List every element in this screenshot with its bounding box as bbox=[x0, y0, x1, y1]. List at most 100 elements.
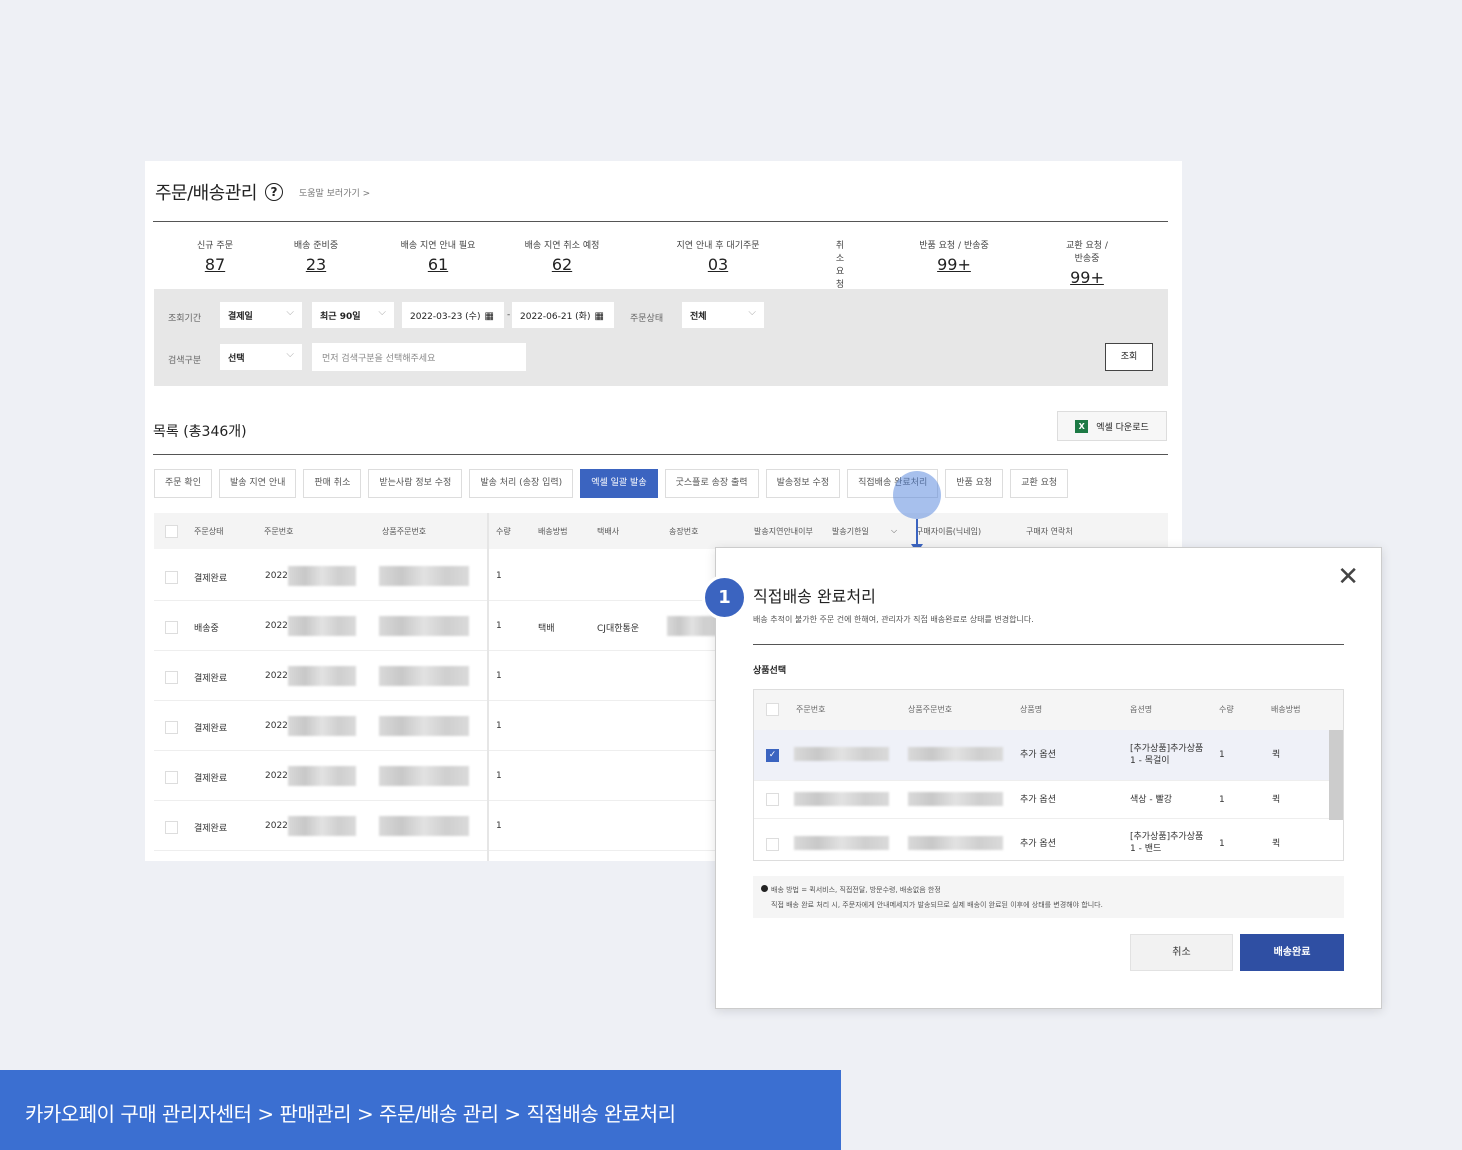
excel-download-button[interactable]: X 엑셀 다운로드 bbox=[1057, 411, 1167, 441]
stat-value[interactable]: 03 bbox=[603, 255, 833, 274]
stat-cancel-request[interactable]: 취소 요청 04 bbox=[833, 231, 853, 313]
column-header[interactable]: 수량 bbox=[496, 526, 511, 537]
quantity: 1 bbox=[496, 821, 502, 831]
order-status: 결제완료 bbox=[194, 674, 228, 684]
select-all-checkbox[interactable] bbox=[766, 703, 779, 716]
order-number[interactable]: 2022 bbox=[265, 821, 288, 831]
blurred-order-number bbox=[288, 616, 356, 636]
check-icon[interactable]: ✓ bbox=[766, 749, 779, 762]
row-checkbox[interactable] bbox=[165, 571, 178, 584]
row-checkbox[interactable] bbox=[766, 838, 779, 851]
row-checkbox[interactable] bbox=[165, 771, 178, 784]
delivery-method: 택배 bbox=[538, 624, 555, 634]
notice-box: 배송 방법 = 퀵서비스, 직접전달, 방문수령, 배송없음 한정 직접 배송 … bbox=[753, 876, 1344, 918]
range-select[interactable]: 최근 90일 ⌵ bbox=[312, 302, 394, 328]
column-header[interactable]: 구매자 연락처 bbox=[1026, 526, 1073, 537]
calendar-icon[interactable]: ▦ bbox=[594, 311, 603, 322]
tab-ship-process[interactable]: 발송 처리 (송장 입력) bbox=[469, 469, 574, 498]
stat-value[interactable]: 99+ bbox=[847, 255, 1061, 274]
tab-goodsflow-print[interactable]: 굿스플로 송장 출력 bbox=[664, 469, 759, 498]
stat-delay-cancel[interactable]: 배송 지연 취소 예정 62 bbox=[521, 231, 603, 289]
status-select[interactable]: 전체 ⌵ bbox=[682, 302, 764, 328]
chevron-down-icon: ⌵ bbox=[286, 349, 294, 360]
scrollbar[interactable] bbox=[1329, 730, 1343, 820]
start-date-input[interactable]: 2022-03-23 (수) ▦ bbox=[402, 302, 504, 328]
search-button[interactable]: 조회 bbox=[1105, 343, 1153, 371]
date-type-select[interactable]: 결제일 ⌵ bbox=[220, 302, 302, 328]
search-type-select[interactable]: 선택 ⌵ bbox=[220, 344, 302, 370]
tab-exchange-request[interactable]: 교환 요청 bbox=[1010, 469, 1069, 498]
tab-ship-info-edit[interactable]: 발송정보 수정 bbox=[765, 469, 841, 498]
column-header[interactable]: 주문상태 bbox=[194, 526, 223, 537]
row-checkbox[interactable] bbox=[766, 793, 779, 806]
stat-new-orders[interactable]: 신규 주문 87 bbox=[153, 231, 277, 289]
calendar-icon[interactable]: ▦ bbox=[484, 311, 493, 322]
blurred-order-number bbox=[288, 716, 356, 736]
product-row[interactable]: 추가 옵션 [추가상품]추가상품1 - 밴드 1 퀵 bbox=[754, 819, 1329, 860]
column-header[interactable]: 배송방법 bbox=[538, 526, 567, 537]
quantity: 1 bbox=[496, 721, 502, 731]
stat-label: 배송 지연 안내 필요 bbox=[400, 241, 476, 251]
product-row[interactable]: ✓ 추가 옵션 [추가상품]추가상품1 - 목걸이 1 퀵 bbox=[754, 730, 1329, 781]
select-all-checkbox[interactable] bbox=[165, 525, 178, 538]
column-header[interactable]: 주문번호 bbox=[264, 526, 293, 537]
column-header[interactable]: 택배사 bbox=[597, 526, 619, 537]
blurred-product-order-number bbox=[379, 716, 469, 736]
product-select-table: 주문번호 상품주문번호 상품명 옵션명 수량 배송방법 ✓ 추가 옵션 [추가상… bbox=[753, 689, 1344, 861]
stat-delay-notice[interactable]: 배송 지연 안내 필요 61 bbox=[355, 231, 521, 289]
blurred-order-number bbox=[288, 666, 356, 686]
order-number[interactable]: 2022 bbox=[265, 721, 288, 731]
product-name: 추가 옵션 bbox=[1020, 750, 1056, 760]
help-link[interactable]: 도움말 보러가기 > bbox=[299, 186, 370, 199]
tab-excel-bulk-ship[interactable]: 엑셀 일괄 발송 bbox=[580, 469, 658, 498]
help-icon[interactable]: ? bbox=[264, 183, 283, 201]
cancel-button[interactable]: 취소 bbox=[1130, 934, 1233, 971]
blurred-order-number bbox=[288, 566, 356, 586]
pointer-line bbox=[916, 519, 918, 545]
tab-return-request[interactable]: 반품 요청 bbox=[945, 469, 1004, 498]
search-type-label: 검색구분 bbox=[168, 356, 202, 366]
order-number[interactable]: 2022 bbox=[265, 771, 288, 781]
blurred-product-order-number bbox=[908, 836, 1003, 850]
start-date-value: 2022-03-23 (수) bbox=[410, 312, 481, 322]
product-row[interactable]: 추가 옵션 색상 - 빨강 1 퀵 bbox=[754, 781, 1329, 819]
stat-value[interactable]: 23 bbox=[277, 255, 355, 274]
row-checkbox[interactable] bbox=[165, 821, 178, 834]
tab-order-confirm[interactable]: 주문 확인 bbox=[154, 469, 212, 498]
stat-value[interactable]: 87 bbox=[153, 255, 277, 274]
stat-label: 반품 요청 / 반송중 bbox=[919, 241, 989, 251]
order-number[interactable]: 2022 bbox=[265, 571, 288, 581]
range-value: 최근 90일 bbox=[320, 312, 361, 322]
modal-description: 배송 추적이 불가한 주문 건에 한해여, 관리자가 직접 배송완료로 상태를 … bbox=[753, 615, 1034, 624]
tab-delay-notice[interactable]: 발송 지연 안내 bbox=[218, 469, 297, 498]
tab-sale-cancel[interactable]: 판매 취소 bbox=[303, 469, 362, 498]
stat-label: 지연 안내 후 대기주문 bbox=[676, 241, 760, 251]
column-header[interactable]: 구매자이름(닉네임) bbox=[916, 526, 981, 537]
stat-return-request[interactable]: 반품 요청 / 반송중 99+ bbox=[847, 231, 1061, 289]
stat-preparing[interactable]: 배송 준비중 23 bbox=[277, 231, 355, 289]
row-checkbox[interactable] bbox=[165, 671, 178, 684]
column-header[interactable]: 상품주문번호 bbox=[382, 526, 426, 537]
stat-exchange-request[interactable]: 교환 요청 / 반송중 99+ bbox=[1061, 231, 1113, 289]
chevron-down-icon[interactable]: ⌵ bbox=[891, 526, 897, 536]
order-number[interactable]: 2022 bbox=[265, 621, 288, 631]
product-name: 추가 옵션 bbox=[1020, 795, 1056, 805]
search-input[interactable]: 먼저 검색구분을 선택해주세요 bbox=[312, 343, 526, 371]
column-header[interactable]: 발송기한일 bbox=[832, 526, 869, 537]
close-icon[interactable]: ✕ bbox=[1337, 564, 1359, 590]
order-status: 결제완료 bbox=[194, 824, 228, 834]
stat-waiting[interactable]: 지연 안내 후 대기주문 03 bbox=[603, 231, 833, 289]
end-date-input[interactable]: 2022-06-21 (화) ▦ bbox=[512, 302, 614, 328]
stat-value[interactable]: 62 bbox=[521, 255, 603, 274]
delivery-complete-button[interactable]: 배송완료 bbox=[1240, 934, 1344, 971]
tab-recipient-edit[interactable]: 받는사람 정보 수정 bbox=[368, 469, 463, 498]
column-header[interactable]: 발송지연안내이부 bbox=[754, 526, 813, 537]
order-number[interactable]: 2022 bbox=[265, 671, 288, 681]
stat-value[interactable]: 61 bbox=[355, 255, 521, 274]
stat-value[interactable]: 99+ bbox=[1061, 268, 1113, 287]
column-header[interactable]: 송장번호 bbox=[669, 526, 698, 537]
row-checkbox[interactable] bbox=[165, 621, 178, 634]
row-checkbox[interactable] bbox=[165, 721, 178, 734]
blurred-order-number bbox=[794, 747, 889, 761]
delivery-method: 퀵 bbox=[1272, 795, 1281, 805]
